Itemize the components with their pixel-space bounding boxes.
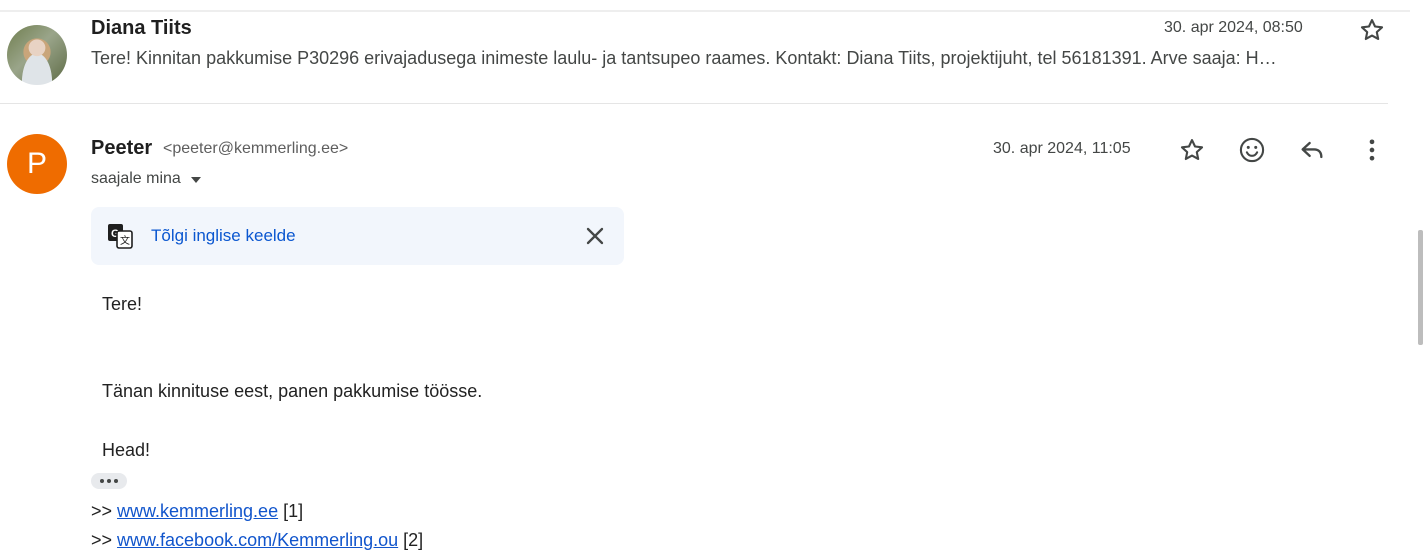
scrollbar[interactable] [1418, 230, 1423, 345]
sender-name[interactable]: Peeter [91, 137, 152, 160]
message-snippet: Tere! Kinnitan pakkumise P30296 erivajad… [91, 48, 1277, 68]
dot-icon [100, 479, 104, 483]
translate-banner: G 文 Tõlgi inglise keelde [91, 207, 624, 265]
signature-prefix: >> [91, 501, 118, 521]
dot-icon [107, 479, 111, 483]
message-divider [0, 103, 1388, 104]
translate-link[interactable]: Tõlgi inglise keelde [151, 226, 296, 246]
signature-prefix: >> [91, 530, 118, 550]
sender-email: <peeter@kemmerling.ee> [163, 140, 349, 157]
show-trimmed-content-button[interactable] [91, 473, 127, 489]
emoji-icon[interactable] [1236, 134, 1268, 166]
message-date: 30. apr 2024, 08:50 [1164, 19, 1303, 36]
body-closing: Head! [102, 440, 151, 460]
recipient-label: saajale mina [91, 170, 181, 187]
website-link[interactable]: www.kemmerling.ee [117, 501, 278, 521]
star-icon[interactable] [1176, 134, 1208, 166]
facebook-link[interactable]: www.facebook.com/Kemmerling.ou [117, 530, 398, 550]
close-icon[interactable] [581, 222, 609, 250]
avatar[interactable]: P [7, 134, 67, 194]
signature-suffix: [2] [398, 530, 424, 550]
more-vert-icon[interactable] [1356, 134, 1388, 166]
collapsed-message[interactable]: Diana Tiits 30. apr 2024, 08:50 Tere! Ki… [0, 12, 1390, 104]
body-line: Tänan kinnituse eest, panen pakkumise tö… [102, 381, 483, 401]
chevron-down-icon[interactable] [190, 177, 201, 183]
recipient-details[interactable]: saajale mina [91, 170, 201, 188]
body-greeting: Tere! [102, 294, 143, 314]
signature-suffix: [1] [278, 501, 304, 521]
avatar[interactable] [7, 25, 67, 85]
dot-icon [114, 479, 118, 483]
svg-text:文: 文 [120, 234, 130, 247]
message-date: 30. apr 2024, 11:05 [993, 140, 1131, 157]
star-icon[interactable] [1358, 16, 1386, 44]
signature-line: >> www.facebook.com/Kemmerling.ou [2] [91, 530, 423, 551]
reply-icon[interactable] [1296, 134, 1328, 166]
signature-line: >> www.kemmerling.ee [1] [91, 501, 303, 522]
sender-name: Diana Tiits [91, 17, 192, 39]
translate-icon: G 文 [107, 223, 133, 249]
